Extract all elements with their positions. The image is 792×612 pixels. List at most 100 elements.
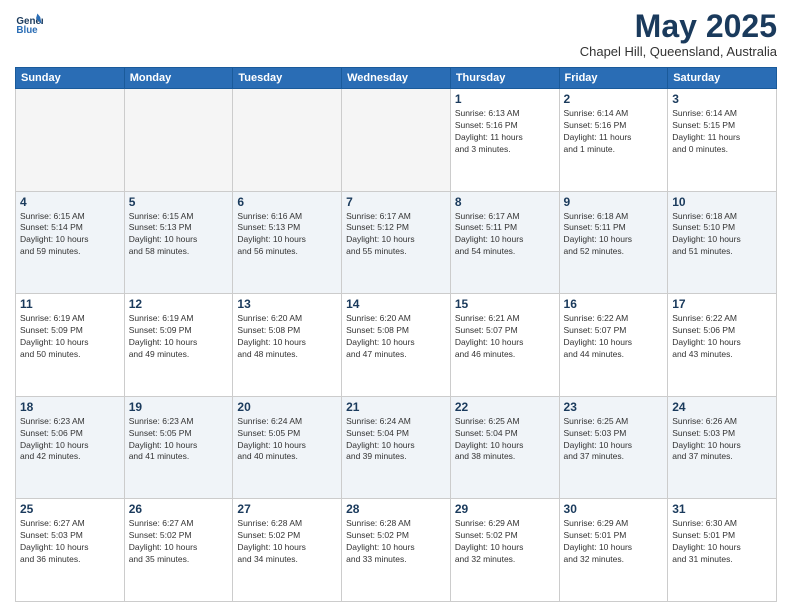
day-info: Sunrise: 6:27 AM Sunset: 5:02 PM Dayligh… <box>129 518 229 566</box>
day-number: 27 <box>237 502 337 516</box>
day-info: Sunrise: 6:21 AM Sunset: 5:07 PM Dayligh… <box>455 313 555 361</box>
calendar-week-row: 11Sunrise: 6:19 AM Sunset: 5:09 PM Dayli… <box>16 294 777 397</box>
month-title: May 2025 <box>580 10 777 42</box>
table-row: 31 Sunrise: 6:30 AM Sunset: 5:01 PM Dayli… <box>668 499 777 602</box>
day-info: Sunrise: 6:28 AM Sunset: 5:02 PM Dayligh… <box>346 518 446 566</box>
table-row: 1 Sunrise: 6:13 AM Sunset: 5:16 PM Daylig… <box>450 89 559 192</box>
day-number: 3 <box>672 92 772 106</box>
day-number: 24 <box>672 400 772 414</box>
table-row: 12 Sunrise: 6:19 AM Sunset: 5:09 PM Dayli… <box>124 294 233 397</box>
day-number: 15 <box>455 297 555 311</box>
day-info: Sunrise: 6:19 AM Sunset: 5:09 PM Dayligh… <box>129 313 229 361</box>
day-number: 4 <box>20 195 120 209</box>
day-info: Sunrise: 6:16 AM Sunset: 5:13 PM Dayligh… <box>237 211 337 259</box>
table-row: 28Sunrise: 6:28 AM Sunset: 5:02 PM Dayli… <box>342 499 451 602</box>
day-info: Sunrise: 6:29 AM Sunset: 5:02 PM Dayligh… <box>455 518 555 566</box>
day-number: 12 <box>129 297 229 311</box>
day-info: Sunrise: 6:20 AM Sunset: 5:08 PM Dayligh… <box>237 313 337 361</box>
col-monday: Monday <box>124 68 233 89</box>
table-row: 29 Sunrise: 6:29 AM Sunset: 5:02 PM Dayli… <box>450 499 559 602</box>
day-info: Sunrise: 6:27 AM Sunset: 5:03 PM Dayligh… <box>20 518 120 566</box>
day-info: Sunrise: 6:18 AM Sunset: 5:11 PM Dayligh… <box>564 211 664 259</box>
table-row: 4Sunrise: 6:15 AM Sunset: 5:14 PM Daylig… <box>16 191 125 294</box>
location-title: Chapel Hill, Queensland, Australia <box>580 44 777 59</box>
day-info: Sunrise: 6:24 AM Sunset: 5:04 PM Dayligh… <box>346 416 446 464</box>
col-saturday: Saturday <box>668 68 777 89</box>
day-info: Sunrise: 6:29 AM Sunset: 5:01 PM Dayligh… <box>564 518 664 566</box>
day-number: 16 <box>564 297 664 311</box>
col-sunday: Sunday <box>16 68 125 89</box>
table-row: 11Sunrise: 6:19 AM Sunset: 5:09 PM Dayli… <box>16 294 125 397</box>
day-number: 9 <box>564 195 664 209</box>
day-number: 18 <box>20 400 120 414</box>
page: General Blue May 2025 Chapel Hill, Queen… <box>0 0 792 612</box>
day-info: Sunrise: 6:26 AM Sunset: 5:03 PM Dayligh… <box>672 416 772 464</box>
day-info: Sunrise: 6:25 AM Sunset: 5:04 PM Dayligh… <box>455 416 555 464</box>
day-info: Sunrise: 6:14 AM Sunset: 5:16 PM Dayligh… <box>564 108 664 156</box>
day-number: 29 <box>455 502 555 516</box>
day-number: 21 <box>346 400 446 414</box>
calendar-week-row: 18 Sunrise: 6:23 AM Sunset: 5:06 PM Dayli… <box>16 396 777 499</box>
table-row: 22 Sunrise: 6:25 AM Sunset: 5:04 PM Dayli… <box>450 396 559 499</box>
table-row: 27 Sunrise: 6:28 AM Sunset: 5:02 PM Dayli… <box>233 499 342 602</box>
day-number: 31 <box>672 502 772 516</box>
day-number: 7 <box>346 195 446 209</box>
calendar-week-row: 4Sunrise: 6:15 AM Sunset: 5:14 PM Daylig… <box>16 191 777 294</box>
day-number: 6 <box>237 195 337 209</box>
table-row: 19 Sunrise: 6:23 AM Sunset: 5:05 PM Dayli… <box>124 396 233 499</box>
table-row: 30Sunrise: 6:29 AM Sunset: 5:01 PM Dayli… <box>559 499 668 602</box>
table-row: 2Sunrise: 6:14 AM Sunset: 5:16 PM Daylig… <box>559 89 668 192</box>
table-row: 26Sunrise: 6:27 AM Sunset: 5:02 PM Dayli… <box>124 499 233 602</box>
svg-text:Blue: Blue <box>16 25 38 36</box>
table-row: 6 Sunrise: 6:16 AM Sunset: 5:13 PM Daylig… <box>233 191 342 294</box>
table-row: 14 Sunrise: 6:20 AM Sunset: 5:08 PM Dayli… <box>342 294 451 397</box>
table-row: 10Sunrise: 6:18 AM Sunset: 5:10 PM Dayli… <box>668 191 777 294</box>
table-row <box>124 89 233 192</box>
table-row: 25 Sunrise: 6:27 AM Sunset: 5:03 PM Dayli… <box>16 499 125 602</box>
col-friday: Friday <box>559 68 668 89</box>
day-number: 14 <box>346 297 446 311</box>
day-number: 19 <box>129 400 229 414</box>
day-number: 20 <box>237 400 337 414</box>
day-info: Sunrise: 6:24 AM Sunset: 5:05 PM Dayligh… <box>237 416 337 464</box>
table-row: 5 Sunrise: 6:15 AM Sunset: 5:13 PM Daylig… <box>124 191 233 294</box>
title-area: May 2025 Chapel Hill, Queensland, Austra… <box>580 10 777 59</box>
day-number: 10 <box>672 195 772 209</box>
day-number: 25 <box>20 502 120 516</box>
calendar-header-row: Sunday Monday Tuesday Wednesday Thursday… <box>16 68 777 89</box>
day-number: 23 <box>564 400 664 414</box>
table-row: 16Sunrise: 6:22 AM Sunset: 5:07 PM Dayli… <box>559 294 668 397</box>
table-row: 7 Sunrise: 6:17 AM Sunset: 5:12 PM Daylig… <box>342 191 451 294</box>
day-number: 5 <box>129 195 229 209</box>
day-info: Sunrise: 6:13 AM Sunset: 5:16 PM Dayligh… <box>455 108 555 156</box>
day-info: Sunrise: 6:20 AM Sunset: 5:08 PM Dayligh… <box>346 313 446 361</box>
table-row: 18 Sunrise: 6:23 AM Sunset: 5:06 PM Dayli… <box>16 396 125 499</box>
day-info: Sunrise: 6:23 AM Sunset: 5:05 PM Dayligh… <box>129 416 229 464</box>
table-row: 24 Sunrise: 6:26 AM Sunset: 5:03 PM Dayli… <box>668 396 777 499</box>
calendar-week-row: 1 Sunrise: 6:13 AM Sunset: 5:16 PM Daylig… <box>16 89 777 192</box>
day-info: Sunrise: 6:23 AM Sunset: 5:06 PM Dayligh… <box>20 416 120 464</box>
calendar-week-row: 25 Sunrise: 6:27 AM Sunset: 5:03 PM Dayli… <box>16 499 777 602</box>
day-number: 8 <box>455 195 555 209</box>
day-number: 13 <box>237 297 337 311</box>
day-info: Sunrise: 6:17 AM Sunset: 5:12 PM Dayligh… <box>346 211 446 259</box>
header: General Blue May 2025 Chapel Hill, Queen… <box>15 10 777 59</box>
table-row <box>342 89 451 192</box>
day-info: Sunrise: 6:30 AM Sunset: 5:01 PM Dayligh… <box>672 518 772 566</box>
day-info: Sunrise: 6:15 AM Sunset: 5:13 PM Dayligh… <box>129 211 229 259</box>
day-info: Sunrise: 6:14 AM Sunset: 5:15 PM Dayligh… <box>672 108 772 156</box>
day-info: Sunrise: 6:28 AM Sunset: 5:02 PM Dayligh… <box>237 518 337 566</box>
table-row: 9 Sunrise: 6:18 AM Sunset: 5:11 PM Daylig… <box>559 191 668 294</box>
day-number: 22 <box>455 400 555 414</box>
calendar-table: Sunday Monday Tuesday Wednesday Thursday… <box>15 67 777 602</box>
table-row: 13 Sunrise: 6:20 AM Sunset: 5:08 PM Dayli… <box>233 294 342 397</box>
col-thursday: Thursday <box>450 68 559 89</box>
day-info: Sunrise: 6:17 AM Sunset: 5:11 PM Dayligh… <box>455 211 555 259</box>
col-wednesday: Wednesday <box>342 68 451 89</box>
table-row: 8 Sunrise: 6:17 AM Sunset: 5:11 PM Daylig… <box>450 191 559 294</box>
col-tuesday: Tuesday <box>233 68 342 89</box>
table-row: 20 Sunrise: 6:24 AM Sunset: 5:05 PM Dayli… <box>233 396 342 499</box>
day-info: Sunrise: 6:22 AM Sunset: 5:06 PM Dayligh… <box>672 313 772 361</box>
day-number: 1 <box>455 92 555 106</box>
table-row <box>16 89 125 192</box>
